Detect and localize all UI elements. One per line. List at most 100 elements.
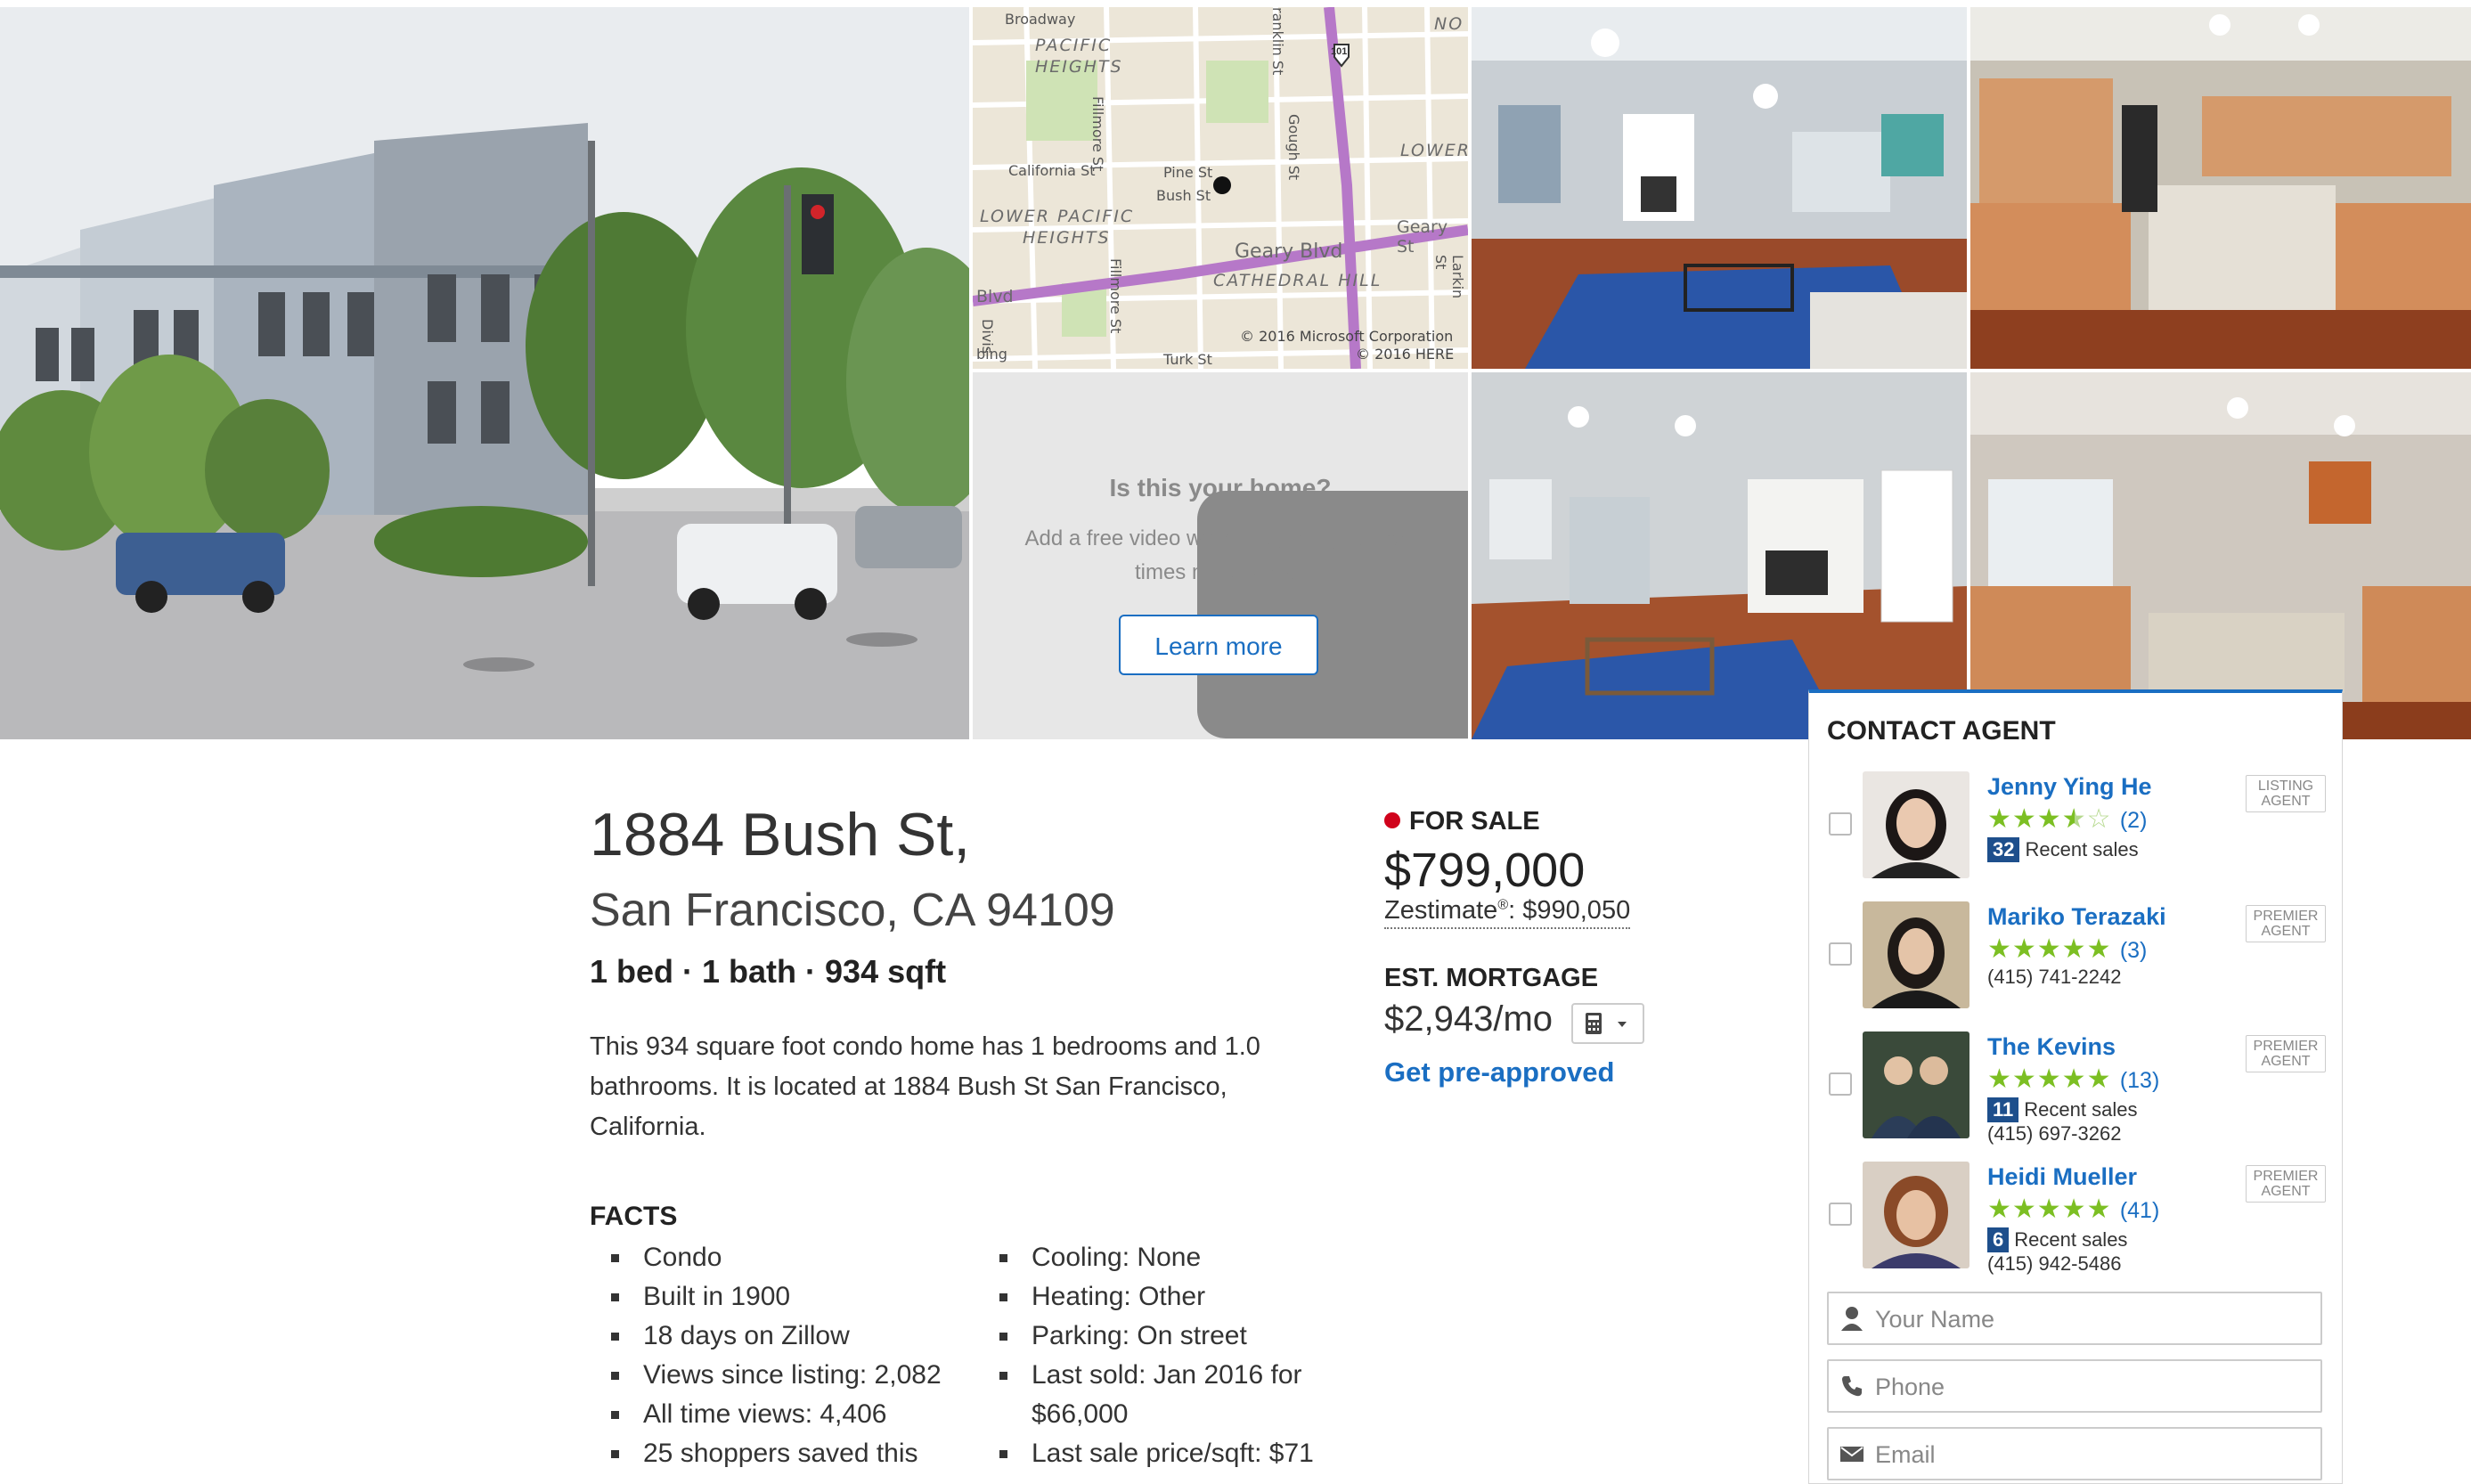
phone-icon — [1842, 1376, 1862, 1397]
fact-item: Views since listing: 2,082 — [590, 1356, 964, 1395]
agent-recent-sales: 6 Recent sales — [1987, 1227, 2127, 1252]
recent-sales-label: Recent sales — [2025, 838, 2139, 860]
agent-rating: ★★★★★ (13) — [1987, 1064, 2160, 1094]
main-house-photo[interactable] — [0, 7, 969, 739]
fact-item: Last sold: Jan 2016 for $66,000 — [978, 1356, 1352, 1434]
fact-item: 18 days on Zillow — [590, 1317, 964, 1356]
sales-count-badge: 11 — [1987, 1097, 2019, 1122]
get-pre-approved-link[interactable]: Get pre-approved — [1384, 1056, 1614, 1089]
agent-checkbox[interactable] — [1829, 942, 1852, 966]
phone-input[interactable] — [1873, 1361, 2313, 1413]
agent-recent-sales: 11 Recent sales — [1987, 1097, 2137, 1122]
agent-rating: ★★★★★☆ (2) — [1987, 804, 2148, 834]
your-name-input[interactable] — [1873, 1293, 2313, 1345]
agent-type-badge: PREMIER AGENT — [2246, 1035, 2326, 1072]
agent-rating: ★★★★★ (41) — [1987, 1195, 2160, 1224]
map-neighborhood-label: LOWER PACIFIC — [980, 207, 1135, 226]
agent-type-badge: PREMIER AGENT — [2246, 905, 2326, 942]
video-question: Is this your home? — [1109, 474, 1332, 501]
kitchen-photo[interactable] — [1970, 372, 2471, 739]
map-street-label: Geary Blvd — [1235, 241, 1343, 263]
kitchen-photo[interactable] — [1970, 7, 2471, 369]
address-line-1: 1884 Bush St, — [590, 801, 971, 868]
person-icon — [1841, 1307, 1863, 1331]
agent-avatar — [1863, 1031, 1969, 1138]
phone-field[interactable] — [1827, 1359, 2322, 1413]
agent-checkbox[interactable] — [1829, 1203, 1852, 1226]
video-walkthrough-promo: Is this your home? Add a free video walk… — [973, 372, 1468, 739]
agent-review-count[interactable]: (13) — [2120, 1068, 2159, 1093]
zestimate-label: Zestimate — [1384, 896, 1498, 925]
agent-card: Jenny Ying He ★★★★★☆ (2) 32Recent sales … — [1809, 771, 2342, 887]
map-neighborhood-label: NO — [1434, 14, 1464, 34]
beds-baths-sqft: 1 bed · 1 bath · 934 sqft — [590, 953, 947, 990]
agent-avatar — [1863, 771, 1969, 878]
map-neighborhood-label: PACIFIC — [1035, 36, 1113, 55]
agent-phone[interactable]: (415) 741-2242 — [1987, 966, 2121, 989]
facts-list-left: Condo Built in 1900 18 days on Zillow Vi… — [590, 1238, 964, 1473]
map-credit: © 2016 HERE — [1356, 346, 1455, 363]
location-map[interactable]: Broadway PACIFIC HEIGHTS California St P… — [973, 7, 1468, 369]
email-input[interactable] — [1873, 1429, 2313, 1480]
zestimate[interactable]: Zestimate®: $990,050 — [1384, 896, 1631, 929]
living-room-photo[interactable] — [1472, 7, 1967, 369]
highway-shield-label: 101 — [1331, 46, 1348, 57]
agent-phone[interactable]: (415) 697-3262 — [1987, 1122, 2121, 1146]
agent-recent-sales: 32 Recent sales — [1987, 837, 2139, 862]
agent-card: Mariko Terazaki ★★★★★ (3) (415) 741-2242… — [1809, 901, 2342, 1017]
agent-review-count[interactable]: (41) — [2120, 1198, 2159, 1223]
map-street-label: Fillmore St — [1107, 258, 1124, 334]
map-neighborhood-label: HEIGHTS — [1023, 228, 1111, 248]
map-street-label: Geary St — [1397, 217, 1448, 257]
agent-name[interactable]: The Kevins — [1987, 1033, 2116, 1061]
fact-item: All time views: 4,406 — [590, 1395, 964, 1434]
mortgage-heading: EST. MORTGAGE — [1384, 964, 1599, 992]
living-room-photo[interactable] — [1472, 372, 1967, 739]
map-neighborhood-label: HEIGHTS — [1035, 57, 1123, 77]
agent-type-badge: LISTING AGENT — [2246, 775, 2326, 812]
map-credit: © 2016 Microsoft Corporation — [1240, 328, 1454, 345]
fact-item: Cooling: None — [978, 1238, 1352, 1277]
mortgage-calculator-button[interactable] — [1571, 1003, 1644, 1044]
agent-name[interactable]: Heidi Mueller — [1987, 1163, 2137, 1191]
agent-avatar — [1863, 1162, 1969, 1268]
facts-heading: FACTS — [590, 1202, 678, 1231]
facts-list-right: Cooling: None Heating: Other Parking: On… — [978, 1238, 1352, 1473]
fact-item: Parking: On street — [978, 1317, 1352, 1356]
status-dot-icon — [1384, 812, 1400, 828]
agent-name[interactable]: Jenny Ying He — [1987, 773, 2152, 801]
agent-type-badge: PREMIER AGENT — [2246, 1165, 2326, 1203]
map-street-label: Bush St — [1156, 187, 1211, 204]
agent-checkbox[interactable] — [1829, 1072, 1852, 1096]
agent-avatar — [1863, 901, 1969, 1008]
agent-phone[interactable]: (415) 942-5486 — [1987, 1252, 2121, 1276]
listing-description: This 934 square foot condo home has 1 be… — [590, 1032, 1260, 1141]
email-field[interactable] — [1827, 1427, 2322, 1480]
map-street-label: Gough St — [1285, 114, 1302, 181]
fact-item: Built in 1900 — [590, 1277, 964, 1317]
fact-item: Condo — [590, 1238, 964, 1277]
map-street-label: Pine St — [1163, 164, 1213, 181]
registered-mark: ® — [1497, 897, 1509, 913]
zestimate-value: : $990,050 — [1508, 896, 1631, 925]
map-street-label: Blvd — [976, 287, 1014, 306]
map-street-label: Fillmore St — [1089, 96, 1106, 172]
sale-status-label: FOR SALE — [1409, 807, 1540, 836]
agent-review-count[interactable]: (3) — [2120, 938, 2148, 963]
agent-rating: ★★★★★ (3) — [1987, 934, 2148, 964]
fact-item: Heating: Other — [978, 1277, 1352, 1317]
agent-card: The Kevins ★★★★★ (13) 11 Recent sales (41… — [1809, 1031, 2342, 1147]
sales-count-badge: 32 — [1987, 837, 2020, 862]
agent-name[interactable]: Mariko Terazaki — [1987, 903, 2166, 931]
learn-more-button[interactable]: Learn more — [1119, 615, 1318, 675]
bing-logo: bing — [976, 346, 1007, 363]
agent-card: Heidi Mueller ★★★★★ (41) 6 Recent sales (… — [1809, 1162, 2342, 1277]
video-subtitle: Add a free video walkthrough to get thre… — [1024, 526, 1416, 584]
recent-sales-label: Recent sales — [2014, 1228, 2128, 1251]
map-street-label: Larkin St — [1432, 255, 1466, 299]
map-street-label: Broadway — [1005, 11, 1076, 28]
agent-checkbox[interactable] — [1829, 812, 1852, 836]
your-name-field[interactable] — [1827, 1292, 2322, 1345]
map-neighborhood-label: CATHEDRAL HILL — [1213, 271, 1382, 290]
agent-review-count[interactable]: (2) — [2120, 808, 2148, 833]
